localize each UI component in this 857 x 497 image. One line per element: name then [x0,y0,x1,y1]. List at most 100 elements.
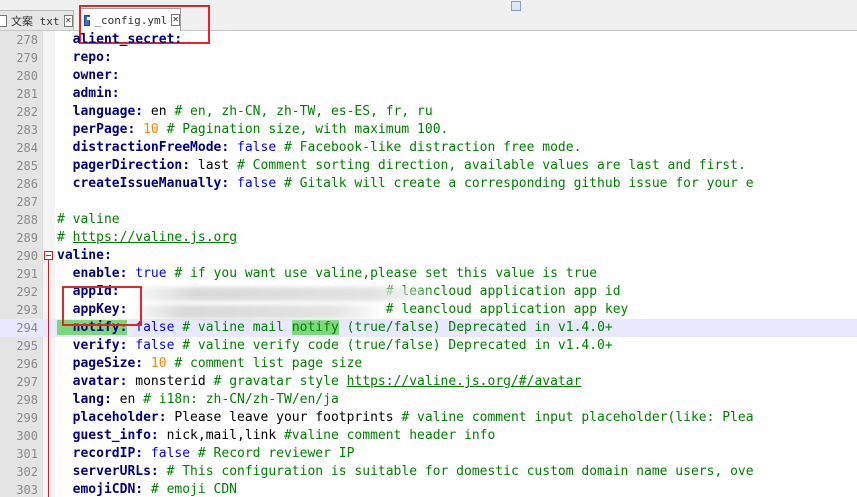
close-icon[interactable]: ✕ [63,14,73,27]
code-token: false [237,140,277,155]
code-token: # valine mail [174,320,292,335]
code-token: # if you want use valine,please set this… [166,266,598,281]
code-line[interactable]: 302 serverURLs: # This configuration is … [0,463,857,481]
code-link[interactable]: https://valine.js.org [73,230,237,245]
code-token: 10 [143,122,159,137]
line-code: language: en # en, zh-CN, zh-TW, es-ES, … [57,103,433,121]
code-token: # comment list page size [166,356,363,371]
line-number: 302 [16,465,38,479]
code-token: # This configuration is suitable for dom… [158,464,754,479]
code-line[interactable]: 291 enable: true # if you want use valin… [0,265,857,283]
code-token: false [237,176,277,191]
code-token: # Pagination size, with maximum 100. [158,122,449,137]
code-line[interactable]: 285 pagerDirection: last # Comment sorti… [0,157,857,175]
code-line[interactable]: 297 avatar: monsterid # gravatar style h… [0,373,857,391]
code-line[interactable]: 299 placeholder: Please leave your footp… [0,409,857,427]
code-line[interactable]: 290 valine: [0,247,857,265]
code-token: owner: [57,68,120,83]
line-number: 284 [16,141,38,155]
line-number: 297 [16,375,38,389]
code-editor[interactable]: 278 alient_secret: 279 repo: 280 owner: 281… [0,31,857,497]
code-line[interactable]: 283 perPage: 10 # Pagination size, with … [0,121,857,139]
url-link[interactable]: https://valine.js.org [73,230,237,245]
code-line[interactable]: 288 # valine [0,211,857,229]
line-number: 299 [16,411,38,425]
code-token: recordIP: [57,446,144,461]
line-number: 291 [16,267,38,281]
code-token: emojiCDN: [57,482,144,497]
code-token: nick,mail,link [158,428,284,443]
line-number: 295 [16,339,38,353]
line-code: placeholder: Please leave your footprint… [57,409,754,427]
line-number: 286 [16,177,38,191]
code-token: last [190,158,238,173]
redacted-app-id [134,287,434,301]
line-number: 292 [16,285,38,299]
line-code: owner: [57,67,120,85]
code-token: lang: [57,392,112,407]
line-number: 282 [16,105,38,119]
code-link[interactable]: https://valine.js.org/#/avatar [347,374,582,389]
line-code: valine: [57,247,112,265]
code-line[interactable]: 287 [0,193,857,211]
line-number: 303 [16,483,38,497]
file-icon [0,14,7,27]
code-token: pagerDirection: [57,158,191,173]
code-token: # Record reviewer IP [190,446,355,461]
code-token: 10 [150,356,167,371]
code-token: # Gitalk will create a corresponding git… [276,176,754,191]
line-code: notify: false # valine mail notify (true… [57,319,613,337]
line-code: alient_secret: [57,31,183,49]
code-line[interactable]: 293 appKey: # leancloud application app … [0,301,857,319]
code-token: valine: [57,248,112,263]
code-token: # i18n: zh-CN/zh-TW/en/ja [143,392,339,407]
redacted-app-key [134,305,379,319]
line-code: enable: true # if you want use valine,pl… [57,265,597,283]
line-code: createIssueManually: false # Gitalk will… [57,175,754,193]
tab-bar: 文案 txt ✕ _config.yml ✕ [0,0,857,31]
code-line[interactable]: 303 emojiCDN: # emoji CDN [0,481,857,497]
tab-config-yml[interactable]: _config.yml ✕ [79,8,181,31]
code-token: (true/false) Deprecated in v1.4.0+ [338,320,613,335]
code-line[interactable]: 301 recordIP: false # Record reviewer IP [0,445,857,463]
code-token: guest_info: [57,428,159,443]
code-token: createIssueManually: [57,176,230,191]
code-token: false [135,320,175,335]
code-token: notify [291,320,339,335]
code-line[interactable]: 298 lang: en # i18n: zh-CN/zh-TW/en/ja [0,391,857,409]
line-number: 285 [16,159,38,173]
code-line[interactable]: 289 # https://valine.js.org [0,229,857,247]
code-line[interactable]: 296 pageSize: 10 # comment list page siz… [0,355,857,373]
code-line[interactable]: 300 guest_info: nick,mail,link #valine c… [0,427,857,445]
code-line[interactable]: 295 verify: false # valine verify code (… [0,337,857,355]
code-token: # leancloud application app key [385,302,629,317]
line-code: pageSize: 10 # comment list page size [57,355,363,373]
line-number: 293 [16,303,38,317]
code-token: appId: [57,284,120,299]
code-token: alient_secret: [57,32,183,47]
line-code: repo: [57,49,112,67]
tab-wenan-txt[interactable]: 文案 txt ✕ [0,10,74,30]
code-line[interactable]: 281 admin: [0,85,857,103]
line-code: pagerDirection: last # Comment sorting d… [57,157,746,175]
url-link[interactable]: https://valine.js.org/#/avatar [347,374,582,389]
code-line[interactable]: 280 owner: [0,67,857,85]
code-line[interactable]: 278 alient_secret: [0,31,857,49]
fold-minus-icon[interactable] [44,251,53,260]
close-icon[interactable]: ✕ [171,14,180,26]
code-line[interactable]: 279 repo: [0,49,857,67]
code-line[interactable]: 282 language: en # en, zh-CN, zh-TW, es-… [0,103,857,121]
code-line[interactable]: 284 distractionFreeMode: false # Faceboo… [0,139,857,157]
code-line[interactable]: 286 createIssueManually: false # Gitalk … [0,175,857,193]
line-code: verify: false # valine verify code (true… [57,337,613,355]
code-token: # [57,230,73,245]
code-token: enable: [57,266,128,281]
line-code: avatar: monsterid # gravatar style https… [57,373,582,391]
code-line[interactable]: 294 notify: false # valine mail notify (… [0,319,857,337]
code-token: # gravatar style [213,374,347,389]
code-token: false [150,446,191,461]
code-token: # valine verify code (true/false) Deprec… [174,338,613,353]
code-token: repo: [57,50,112,65]
code-token: # en, zh-CN, zh-TW, es-ES, fr, ru [174,104,433,119]
